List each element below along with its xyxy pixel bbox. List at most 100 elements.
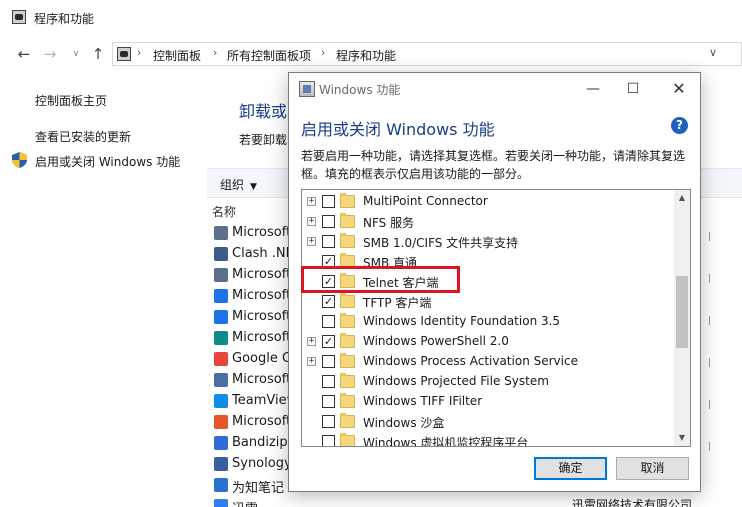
program-row[interactable]: Microsoft: [212, 370, 292, 391]
sidebar-link-windows-features[interactable]: 启用或关闭 Windows 功能: [35, 153, 180, 170]
clash-icon: [214, 247, 228, 261]
feature-checkbox[interactable]: ✓: [322, 335, 335, 348]
program-row[interactable]: Bandizip: [212, 433, 292, 454]
feature-row[interactable]: + MultiPoint Connector: [302, 192, 674, 212]
installer-icon: [214, 268, 228, 282]
forward-arrow-icon[interactable]: →: [40, 44, 60, 64]
feature-row[interactable]: + NFS 服务: [302, 212, 674, 232]
synology-icon: [214, 457, 228, 471]
expand-plus-icon[interactable]: +: [307, 237, 316, 246]
breadcrumb-separator-icon[interactable]: ›: [137, 46, 141, 59]
feature-checkbox[interactable]: [322, 395, 335, 408]
breadcrumb-separator-icon[interactable]: ›: [321, 46, 325, 59]
scroll-down-arrow-icon[interactable]: ▼: [674, 430, 690, 446]
cancel-button[interactable]: 取消: [616, 457, 689, 480]
program-row[interactable]: Clash .NE: [212, 244, 294, 265]
scrollbar-thumb[interactable]: [676, 276, 688, 348]
dialog-description: 若要启用一种功能，请选择其复选框。若要关闭一种功能，请清除其复选框。填充的框表示…: [301, 149, 686, 181]
feature-label: Windows PowerShell 2.0: [363, 334, 509, 348]
folder-icon: [340, 193, 355, 208]
feature-checkbox[interactable]: [322, 235, 335, 248]
feature-checkbox[interactable]: [322, 315, 335, 328]
sidebar-link-installed-updates[interactable]: 查看已安装的更新: [35, 128, 131, 145]
feature-checkbox[interactable]: [322, 435, 335, 446]
feature-label: SMB 1.0/CIFS 文件共享支持: [363, 236, 519, 250]
feature-row[interactable]: + Windows Process Activation Service: [302, 352, 674, 372]
program-row[interactable]: TeamView: [212, 391, 297, 412]
program-row[interactable]: Microsoft: [212, 265, 292, 286]
close-icon[interactable]: ✕: [669, 79, 689, 99]
folder-icon: [340, 213, 355, 228]
column-fragment: |: [708, 442, 712, 452]
program-row[interactable]: Microsoft: [212, 307, 292, 328]
shield-icon: [12, 152, 27, 168]
program-row[interactable]: Synology: [212, 454, 292, 475]
feature-row[interactable]: Windows 虚拟机监控程序平台: [302, 432, 674, 446]
feature-label: Windows Process Activation Service: [363, 354, 578, 368]
program-row[interactable]: Google Ch: [212, 349, 299, 370]
column-header-name[interactable]: 名称: [212, 203, 236, 220]
feature-label: TFTP 客户端: [363, 296, 432, 310]
program-name: Microsoft: [232, 330, 292, 345]
dialog-title-bar[interactable]: Windows 功能 — ☐ ✕: [289, 73, 700, 105]
program-row[interactable]: 为知笔记 4: [212, 475, 296, 496]
minimize-icon[interactable]: —: [583, 79, 603, 99]
feature-checkbox[interactable]: [322, 215, 335, 228]
program-row[interactable]: Microsoft: [212, 328, 292, 349]
sidebar-link-home[interactable]: 控制面板主页: [35, 92, 107, 109]
feature-row[interactable]: Windows Projected File System: [302, 372, 674, 392]
scroll-up-arrow-icon[interactable]: ▲: [674, 190, 690, 206]
program-row[interactable]: 迅雷: [212, 496, 292, 507]
breadcrumb-separator-icon[interactable]: ›: [213, 46, 217, 59]
program-name: 迅雷: [232, 498, 258, 507]
folder-icon: [340, 233, 355, 248]
column-fragment: |: [708, 274, 712, 284]
wiz-icon: [214, 478, 228, 492]
recent-locations-chevron-icon[interactable]: ∨: [66, 44, 86, 64]
program-row[interactable]: Microsoft: [212, 223, 292, 244]
feature-row[interactable]: Windows 沙盒: [302, 412, 674, 432]
feature-row[interactable]: + SMB 1.0/CIFS 文件共享支持: [302, 232, 674, 252]
feature-checkbox[interactable]: [322, 355, 335, 368]
expand-plus-icon[interactable]: +: [307, 337, 316, 346]
expand-plus-icon[interactable]: +: [307, 217, 316, 226]
program-name: Microsoft: [232, 225, 292, 240]
feature-row[interactable]: + ✓ Windows PowerShell 2.0: [302, 332, 674, 352]
folder-icon: [340, 313, 355, 328]
bandizip-icon: [214, 436, 228, 450]
breadcrumb-programs[interactable]: 程序和功能: [336, 47, 396, 64]
address-bar[interactable]: › 控制面板 › 所有控制面板项 › 程序和功能 ∨: [112, 42, 742, 66]
teamviewer-icon: [214, 394, 228, 408]
column-fragment: |: [708, 232, 712, 242]
expand-plus-icon[interactable]: +: [307, 357, 316, 366]
feature-label: NFS 服务: [363, 216, 415, 230]
chrome-icon: [214, 352, 228, 366]
feature-checkbox[interactable]: [322, 195, 335, 208]
feature-checkbox[interactable]: [322, 375, 335, 388]
program-row[interactable]: Microsoft: [212, 412, 292, 433]
help-icon[interactable]: ?: [671, 117, 688, 134]
expand-plus-icon[interactable]: +: [307, 197, 316, 206]
address-dropdown-chevron-icon[interactable]: ∨: [709, 46, 717, 59]
feature-label: MultiPoint Connector: [363, 194, 488, 208]
bg-window-title: 程序和功能: [34, 12, 95, 26]
breadcrumb-all-items[interactable]: 所有控制面板项: [227, 47, 311, 64]
ok-button[interactable]: 确定: [534, 457, 607, 480]
feature-row[interactable]: ✓ TFTP 客户端: [302, 292, 674, 312]
feature-row[interactable]: Windows Identity Foundation 3.5: [302, 312, 674, 332]
column-fragment: |: [708, 400, 712, 410]
feature-row[interactable]: Windows TIFF IFilter: [302, 392, 674, 412]
vertical-scrollbar[interactable]: ▲ ▼: [674, 190, 690, 446]
bg-page-description: 若要卸载: [239, 133, 288, 147]
feature-checkbox[interactable]: [322, 415, 335, 428]
breadcrumb-control-panel[interactable]: 控制面板: [153, 47, 201, 64]
organize-button[interactable]: 组织 ▼: [220, 176, 257, 193]
features-tree[interactable]: + MultiPoint Connector + NFS 服务 + SMB 1.0/CIF…: [301, 189, 691, 447]
maximize-icon[interactable]: ☐: [623, 79, 643, 99]
list-right-column: | | | | | |: [700, 200, 742, 500]
program-name: Synology: [232, 456, 292, 471]
program-row[interactable]: Microsoft: [212, 286, 292, 307]
feature-checkbox[interactable]: ✓: [322, 295, 335, 308]
up-arrow-icon[interactable]: ↑: [88, 44, 108, 64]
back-arrow-icon[interactable]: ←: [14, 44, 34, 64]
